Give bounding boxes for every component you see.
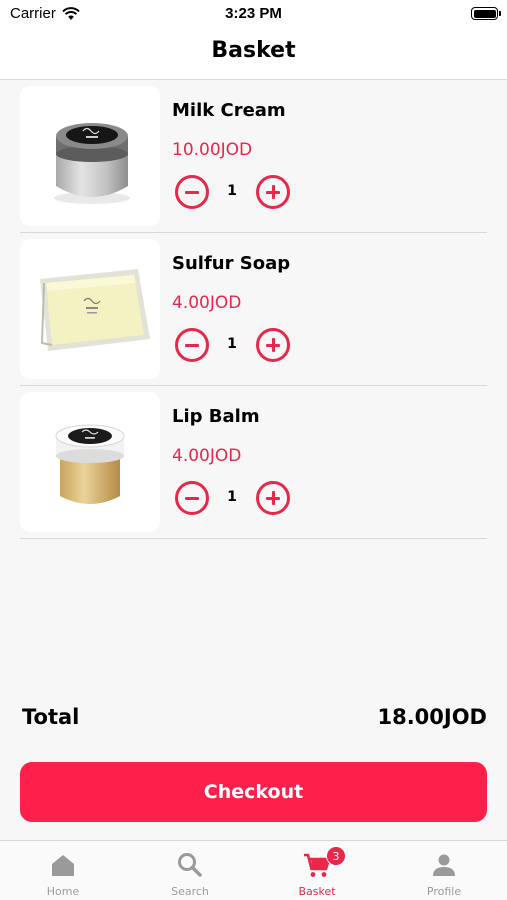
nav-header: Basket xyxy=(0,28,507,80)
decrease-quantity-button[interactable] xyxy=(175,175,209,209)
item-price: 10.00JOD xyxy=(172,140,253,160)
total-label: Total xyxy=(22,705,80,729)
minus-icon xyxy=(185,344,199,347)
quantity-value: 1 xyxy=(227,489,237,505)
increase-quantity-button[interactable] xyxy=(256,328,290,362)
minus-icon xyxy=(185,497,199,500)
cart-item[interactable]: Sulfur Soap 4.00JOD 1 xyxy=(20,233,487,386)
decrease-quantity-button[interactable] xyxy=(175,481,209,515)
status-time: 3:23 PM xyxy=(225,5,282,22)
cart-item[interactable]: Lip Balm 4.00JOD 1 xyxy=(20,386,487,539)
status-bar: Carrier 3:23 PM xyxy=(0,0,507,28)
item-name: Sulfur Soap xyxy=(172,253,291,274)
item-name: Milk Cream xyxy=(172,100,286,121)
cart-list: Milk Cream 10.00JOD 1 Sulfur Soap 4.00JO… xyxy=(20,80,487,539)
home-icon xyxy=(52,855,74,876)
product-image-sulfur-soap xyxy=(20,239,160,379)
total-value: 18.00JOD xyxy=(377,705,487,729)
item-price: 4.00JOD xyxy=(172,293,242,313)
tab-basket[interactable]: 3 Basket xyxy=(254,841,380,900)
battery-icon xyxy=(471,7,501,20)
tab-label: Search xyxy=(171,885,209,898)
quantity-stepper: 1 xyxy=(172,328,292,364)
tab-label: Profile xyxy=(426,885,462,898)
product-image-milk-cream xyxy=(20,86,160,226)
increase-quantity-button[interactable] xyxy=(256,481,290,515)
tab-home[interactable]: Home xyxy=(0,841,126,900)
page-title: Basket xyxy=(211,38,296,63)
quantity-value: 1 xyxy=(227,336,237,352)
quantity-stepper: 1 xyxy=(172,175,292,211)
tab-search[interactable]: Search xyxy=(127,841,253,900)
item-price: 4.00JOD xyxy=(172,446,242,466)
item-name: Lip Balm xyxy=(172,406,260,427)
cart-item[interactable]: Milk Cream 10.00JOD 1 xyxy=(20,80,487,233)
decrease-quantity-button[interactable] xyxy=(175,328,209,362)
tab-profile[interactable]: Profile xyxy=(381,841,507,900)
profile-icon xyxy=(433,854,455,876)
quantity-value: 1 xyxy=(227,183,237,199)
increase-quantity-button[interactable] xyxy=(256,175,290,209)
search-icon xyxy=(178,853,202,877)
tab-label: Home xyxy=(46,885,80,898)
quantity-stepper: 1 xyxy=(172,481,292,517)
cart-count-badge: 3 xyxy=(326,846,346,866)
tab-bar: Home Search 3 Basket Profile xyxy=(0,840,507,900)
checkout-button[interactable]: Checkout xyxy=(20,762,487,822)
minus-icon xyxy=(185,191,199,194)
product-image-lip-balm xyxy=(20,392,160,532)
tab-label: Basket xyxy=(298,885,336,898)
